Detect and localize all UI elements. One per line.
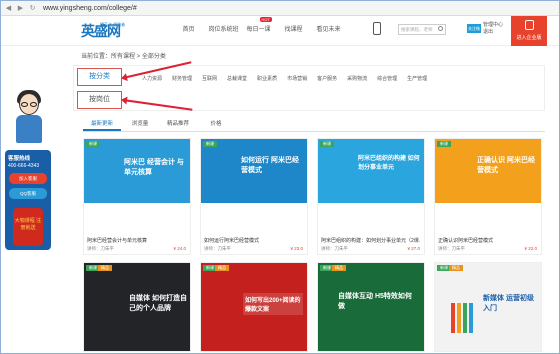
course-thumbnail[interactable]: 新课 阿米巴组织的构建 如何划分事业单元 xyxy=(318,139,424,203)
search-placeholder: 搜索课程、老师 xyxy=(401,27,433,32)
category-item[interactable]: 综合管理 xyxy=(377,75,397,82)
course-thumbnail[interactable]: 新课 阿米巴 经营会计 与单元核算 xyxy=(84,139,190,203)
course-teacher: 讲师：刀朱平 xyxy=(204,246,231,251)
thumbnail-text: 自媒体互动 H5特效如何做 xyxy=(338,293,412,310)
course-card[interactable]: 新课 精品 自媒体互动 H5特效如何做 xyxy=(317,262,425,352)
thumbnail-text: 如何运行 阿米巴经营模式 xyxy=(241,157,299,174)
user-menu[interactable]: 管理中心 退出 xyxy=(483,21,503,35)
qq-service-button[interactable]: QQ客服 xyxy=(9,188,47,199)
mascot-illustration xyxy=(11,89,45,149)
address-bar[interactable]: ◀ ▶ ↻ www.yingsheng.com/college/# xyxy=(1,1,559,16)
course-title[interactable]: 阿米巴组织的构建：如何划分事业单元（2课… xyxy=(321,237,421,244)
menu-future[interactable]: 看见未来 xyxy=(311,24,346,33)
forward-icon[interactable]: ▶ xyxy=(17,5,24,12)
category-item[interactable]: 总裁课堂 xyxy=(227,75,247,82)
category-item[interactable]: 互联网 xyxy=(202,75,217,82)
hotline-title: 客服热线 xyxy=(8,156,31,162)
tab-views[interactable]: 浏览量 xyxy=(121,116,159,131)
mascot-body xyxy=(16,115,42,143)
menu-position-class[interactable]: 岗位系统班 xyxy=(206,24,241,33)
red-packet-promo[interactable]: 大咖课程 注册就送 xyxy=(13,208,43,246)
logout-link[interactable]: 退出 xyxy=(483,28,503,35)
course-thumbnail[interactable]: 新课 如何运行 阿米巴经营模式 xyxy=(201,139,307,203)
thumbnail-text: 新媒体 运营初级入门 xyxy=(483,295,534,312)
course-card[interactable]: 新课 精品 如何写出200+阅读的爆款文案 xyxy=(200,262,308,352)
new-badge: 新课 xyxy=(320,141,334,147)
join-service-button[interactable]: 加入客服 xyxy=(9,173,47,184)
customer-service-widget: 客服热线 400-666-4343 加入客服 QQ客服 大咖课程 注册就送 xyxy=(5,89,51,250)
thumbnail-text: 阿米巴 经营会计 与单元核算 xyxy=(124,159,184,176)
category-item[interactable]: 客户服务 xyxy=(317,75,337,82)
sort-tabs: 最新更新 浏览量 精品推荐 价格 xyxy=(83,116,545,132)
featured-badge: 精品 xyxy=(449,265,463,271)
menu-find-course[interactable]: 找课程 xyxy=(276,24,311,33)
course-teacher: 讲师：刀朱平 xyxy=(87,246,114,251)
new-badge: 新课 xyxy=(437,141,451,147)
course-title[interactable]: 如何运行阿米巴经营模式 xyxy=(204,237,304,244)
menu-daily-lesson[interactable]: 每日一课 HOT xyxy=(241,17,276,33)
glasses-right xyxy=(30,102,37,107)
menu-home[interactable]: 首页 xyxy=(171,24,206,33)
enterprise-icon xyxy=(525,20,534,30)
course-price: ¥ 27.0 xyxy=(407,246,420,251)
url-text[interactable]: www.yingsheng.com/college/# xyxy=(43,5,137,12)
course-title[interactable]: 正确认识阿米巴经营模式 xyxy=(438,237,538,244)
browser-window: ◀ ▶ ↻ www.yingsheng.com/college/# 英盛网 精英… xyxy=(0,0,560,354)
enterprise-button[interactable]: 进入企业版 xyxy=(511,16,547,46)
logo-tagline: 精英之 领路者 xyxy=(100,22,126,27)
category-item[interactable]: 采购物流 xyxy=(347,75,367,82)
featured-badge: 精品 xyxy=(332,265,346,271)
course-card[interactable]: 新课 精品 新媒体 运营初级入门 xyxy=(434,262,542,352)
featured-badge: 精品 xyxy=(98,265,112,271)
course-card[interactable]: 新课 正确认识 阿米巴经营模式 正确认识阿米巴经营模式 讲师：刀朱平 ¥ 22.… xyxy=(434,138,542,255)
category-item[interactable]: 职业素质 xyxy=(257,75,277,82)
category-item[interactable]: 财务管理 xyxy=(172,75,192,82)
course-teacher: 讲师：刀朱平 xyxy=(438,246,465,251)
tab-latest[interactable]: 最新更新 xyxy=(83,116,121,131)
tab-price[interactable]: 价格 xyxy=(197,116,235,131)
thumbnail-text: 阿米巴组织的构建 如何划分事业单元 xyxy=(358,156,420,171)
hot-badge: HOT xyxy=(259,17,272,22)
bar-chart-icon xyxy=(451,303,473,333)
enterprise-label: 进入企业版 xyxy=(516,35,542,41)
category-item[interactable]: 市场营销 xyxy=(287,75,307,82)
menu-daily-label: 每日一课 xyxy=(246,27,271,33)
filter-by-position[interactable]: 按岗位 xyxy=(77,91,122,109)
reload-icon[interactable]: ↻ xyxy=(29,5,36,12)
hotline-number: 400-666-4343 xyxy=(8,163,40,169)
weibo-icon[interactable]: 关注微博 xyxy=(467,24,481,40)
course-card[interactable]: 新课 如何运行 阿米巴经营模式 如何运行阿米巴经营模式 讲师：刀朱平 ¥ 23.… xyxy=(200,138,308,255)
course-card[interactable]: 新课 阿米巴 经营会计 与单元核算 阿米巴经营会计与单元核算 讲师：刀朱平 ¥ … xyxy=(83,138,191,255)
mobile-icon[interactable] xyxy=(373,22,381,35)
filter-by-category[interactable]: 按分类 xyxy=(77,68,122,86)
course-price: ¥ 23.0 xyxy=(290,246,303,251)
tab-featured[interactable]: 精品推荐 xyxy=(159,116,197,131)
user-center-label: 管理中心 xyxy=(483,22,504,28)
breadcrumb: 当前位置：所有课程 > 全部分类 xyxy=(81,54,166,60)
back-icon[interactable]: ◀ xyxy=(5,5,12,12)
site-header: 英盛网 精英之 领路者 首页 岗位系统班 每日一课 HOT 找课程 看见未来 搜索… xyxy=(1,16,559,46)
course-card[interactable]: 新课 阿米巴组织的构建 如何划分事业单元 阿米巴组织的构建：如何划分事业单元（2… xyxy=(317,138,425,255)
course-card[interactable]: 新课 精品 自媒体 如何打造自己的个人品牌 xyxy=(83,262,191,352)
category-item[interactable]: 生产管理 xyxy=(407,75,427,82)
thumbnail-text: 自媒体 如何打造自己的个人品牌 xyxy=(129,295,187,312)
course-teacher: 讲师：刀朱平 xyxy=(321,246,348,251)
site-logo[interactable]: 英盛网 精英之 领路者 xyxy=(81,19,129,43)
course-price: ¥ 22.0 xyxy=(524,246,537,251)
course-title[interactable]: 阿米巴经营会计与单元核算 xyxy=(87,237,187,244)
hotline-panel: 客服热线 400-666-4343 加入客服 QQ客服 大咖课程 注册就送 xyxy=(5,150,51,250)
main-menu: 首页 岗位系统班 每日一课 HOT 找课程 看见未来 xyxy=(171,17,346,33)
course-thumbnail[interactable]: 新课 正确认识 阿米巴经营模式 xyxy=(435,139,541,203)
glasses-left xyxy=(21,102,28,107)
thumbnail-text: 如何写出200+阅读的爆款文案 xyxy=(243,293,303,315)
new-badge: 新课 xyxy=(203,141,217,147)
search-icon[interactable] xyxy=(438,26,443,31)
category-item[interactable]: 人力资源 xyxy=(142,75,162,82)
featured-badge: 精品 xyxy=(215,265,229,271)
category-list: 人力资源 财务管理 互联网 总裁课堂 职业素质 市场营销 客户服务 采购物流 综… xyxy=(142,75,437,82)
search-input[interactable]: 搜索课程、老师 xyxy=(398,24,446,35)
course-price: ¥ 24.0 xyxy=(173,246,186,251)
new-badge: 新课 xyxy=(86,141,100,147)
thumbnail-text: 正确认识 阿米巴经营模式 xyxy=(477,157,535,174)
